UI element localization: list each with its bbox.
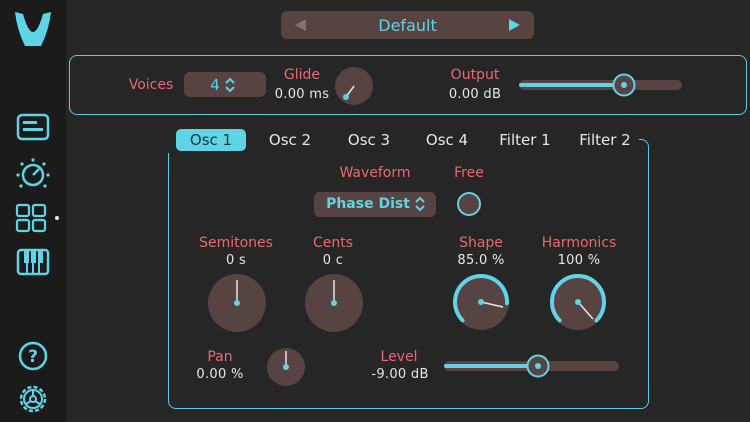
voices-value: 4 [210,76,220,94]
keyboard-icon[interactable] [16,248,50,276]
free-toggle[interactable] [456,191,482,217]
logo-v-icon[interactable] [13,10,53,50]
waveform-value: Phase Dist [326,196,410,212]
presets-icon[interactable] [16,113,50,141]
grid-icon[interactable] [15,203,63,233]
sidebar: ? [0,0,66,422]
cents-value: 0 c [322,253,344,268]
level-slider-fill [444,364,539,368]
help-icon[interactable]: ? [17,340,49,372]
triangle-right-icon[interactable] [508,18,522,32]
glide-value: 0.00 ms [274,87,330,102]
semitones-label: Semitones [199,235,273,251]
pan-value: 0.00 % [196,367,244,382]
preset-name: Default [378,16,437,35]
level-value: -9.00 dB [371,367,429,382]
voices-stepper[interactable]: 4 [184,72,266,97]
modulation-knob-icon[interactable] [15,157,51,191]
tab-osc-4[interactable]: Osc 4 [412,129,482,151]
cents-label: Cents [312,235,354,251]
output-slider-thumb[interactable] [612,73,636,97]
tab-filter-2[interactable]: Filter 2 [570,129,640,151]
output-value: 0.00 dB [448,87,502,102]
glide-knob[interactable] [334,66,374,106]
cents-knob[interactable] [304,273,364,333]
waveform-select[interactable]: Phase Dist [314,192,436,217]
triangle-left-icon[interactable] [293,18,307,32]
svg-text:?: ? [28,347,38,367]
semitones-knob[interactable] [207,273,267,333]
shape-knob[interactable] [451,272,511,332]
waveform-label: Waveform [339,165,411,181]
stepper-arrows-icon [225,77,235,93]
level-slider-thumb[interactable] [526,354,550,378]
free-label: Free [454,165,484,181]
shape-value: 85.0 % [457,253,505,268]
pan-knob[interactable] [266,347,306,387]
preset-selector[interactable]: Default [281,11,534,39]
semitones-value: 0 s [225,253,247,268]
harmonics-value: 100 % [557,253,601,268]
tab-osc-2[interactable]: Osc 2 [255,129,325,151]
output-slider-fill [519,83,624,87]
pan-label: Pan [207,349,233,365]
output-label: Output [450,67,500,83]
shape-label: Shape [459,235,503,251]
harmonics-label: Harmonics [541,235,617,251]
settings-gear-icon[interactable] [16,382,50,416]
tab-osc-1[interactable]: Osc 1 [176,129,246,151]
tab-osc-3[interactable]: Osc 3 [334,129,404,151]
harmonics-knob[interactable] [548,272,608,332]
tab-filter-1[interactable]: Filter 1 [490,129,560,151]
stepper-arrows-icon [415,196,425,212]
glide-label: Glide [283,67,321,83]
level-label: Level [380,349,418,365]
voices-label: Voices [128,77,174,93]
